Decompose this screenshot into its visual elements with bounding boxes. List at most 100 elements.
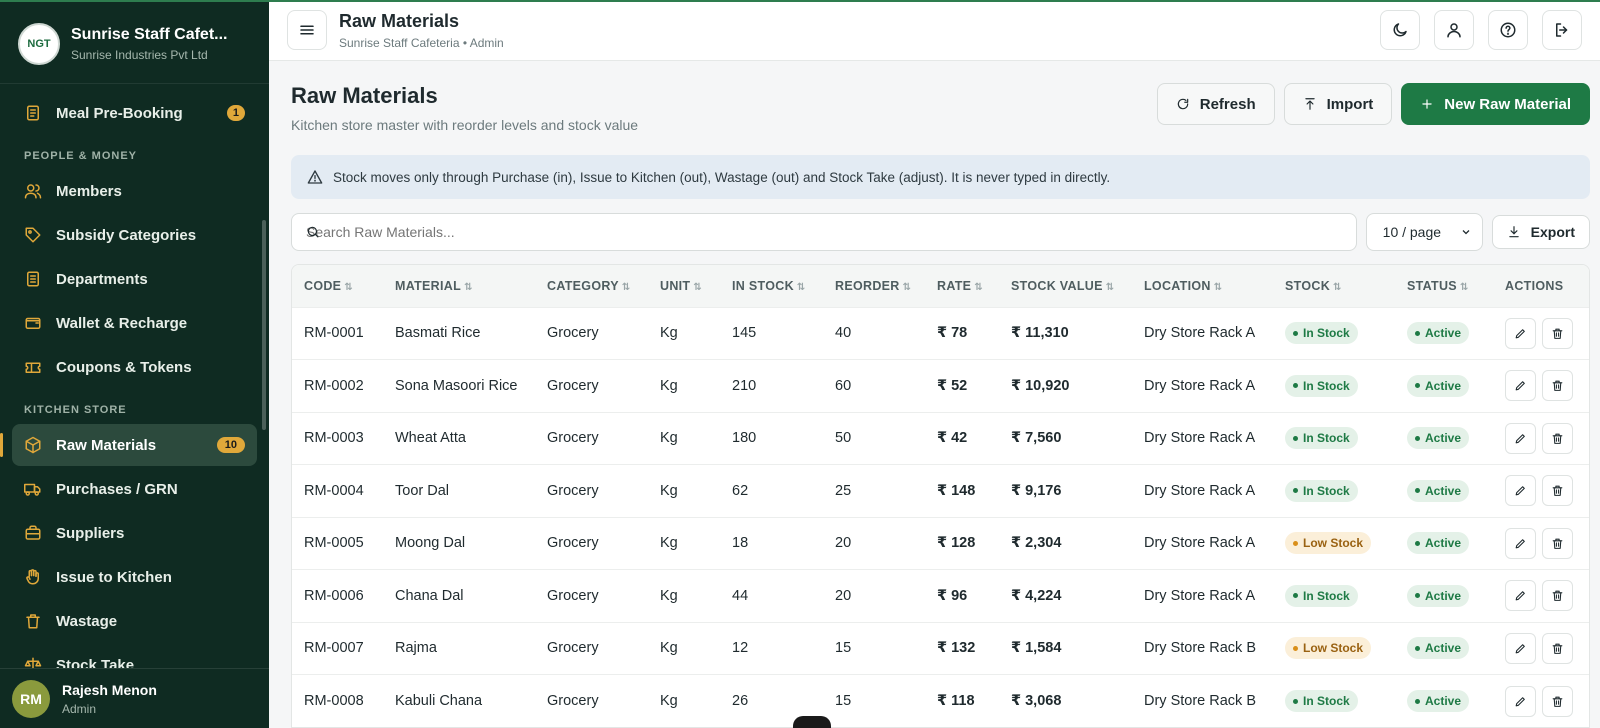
sidebar-item-meal-pre-booking[interactable]: Meal Pre-Booking 1 (12, 92, 257, 134)
delete-button[interactable] (1542, 475, 1573, 507)
edit-button[interactable] (1505, 580, 1536, 612)
column-header[interactable]: CODE ⇅ (292, 265, 383, 307)
brand[interactable]: NGT Sunrise Staff Cafet... Sunrise Indus… (0, 0, 269, 84)
sort-icon[interactable]: ⇅ (974, 282, 983, 293)
delete-button[interactable] (1542, 580, 1573, 612)
sidebar-scrollbar[interactable] (262, 220, 266, 430)
page-size-select[interactable]: 10 / page (1365, 213, 1483, 251)
cell-category: Grocery (547, 640, 599, 657)
cell-rate: ₹ 128 (937, 535, 976, 552)
sort-icon[interactable]: ⇅ (693, 282, 702, 293)
sidebar-item-wastage[interactable]: Wastage (12, 600, 257, 642)
theme-toggle-button[interactable] (1380, 10, 1420, 50)
floating-handle[interactable] (793, 716, 831, 728)
cell-material: Moong Dal (395, 535, 466, 552)
sidebar-item-stock-take[interactable]: Stock Take (12, 644, 257, 668)
search-box[interactable] (291, 213, 1357, 251)
logout-button[interactable] (1542, 10, 1582, 50)
table-row[interactable]: RM-0003 Wheat Atta Grocery Kg 180 50 ₹ 42 ₹ 7,5… (292, 412, 1589, 465)
cell-location: Dry Store Rack A (1144, 535, 1256, 552)
page-content: Raw Materials Kitchen store master with … (269, 61, 1600, 728)
edit-button[interactable] (1505, 317, 1536, 349)
sort-icon[interactable]: ⇅ (1106, 282, 1115, 293)
cell-unit: Kg (660, 377, 678, 394)
cell-in-stock: 12 (732, 640, 749, 657)
scale-icon (24, 656, 42, 668)
sort-icon[interactable]: ⇅ (1214, 282, 1223, 293)
sidebar-item-departments[interactable]: Departments (12, 258, 257, 300)
status-dot (1415, 383, 1420, 389)
edit-button[interactable] (1505, 422, 1536, 454)
table-row[interactable]: RM-0001 Basmati Rice Grocery Kg 145 40 ₹ 78 ₹ 1… (292, 307, 1589, 360)
column-header[interactable]: RATE ⇅ (925, 265, 999, 307)
sidebar-item-raw-materials[interactable]: Raw Materials 10 (0, 424, 257, 466)
table-row[interactable]: RM-0005 Moong Dal Grocery Kg 18 20 ₹ 128 ₹ 2,30… (292, 517, 1589, 570)
cell-unit: Kg (660, 640, 678, 657)
table-row[interactable]: RM-0004 Toor Dal Grocery Kg 62 25 ₹ 148 ₹ 9,176… (292, 464, 1589, 518)
sidebar-item-coupons-tokens[interactable]: Coupons & Tokens (12, 346, 257, 388)
sort-icon[interactable]: ⇅ (797, 282, 806, 293)
export-button[interactable]: Export (1491, 215, 1590, 249)
sort-icon[interactable]: ⇅ (903, 282, 912, 293)
trash-icon (1552, 380, 1563, 392)
sort-icon[interactable]: ⇅ (344, 282, 353, 293)
delete-button[interactable] (1542, 527, 1573, 559)
sort-icon[interactable]: ⇅ (464, 282, 473, 293)
column-header[interactable]: STOCK ⇅ (1273, 265, 1395, 307)
table-row[interactable]: RM-0006 Chana Dal Grocery Kg 44 20 ₹ 96 ₹ 4,224… (292, 569, 1589, 623)
delete-button[interactable] (1542, 317, 1573, 349)
cell-reorder: 50 (835, 430, 852, 447)
sidebar-item-issue-to-kitchen[interactable]: Issue to Kitchen (12, 556, 257, 598)
edit-button[interactable] (1505, 685, 1536, 717)
column-header[interactable]: LOCATION ⇅ (1132, 265, 1273, 307)
new-raw-material-button[interactable]: New Raw Material (1401, 83, 1590, 125)
edit-button[interactable] (1505, 475, 1536, 507)
count-badge: 1 (226, 105, 245, 121)
column-header[interactable]: REORDER ⇅ (823, 265, 925, 307)
status-dot (1293, 593, 1298, 599)
delete-button[interactable] (1542, 422, 1573, 454)
column-header[interactable]: STATUS ⇅ (1395, 265, 1493, 307)
delete-button[interactable] (1542, 632, 1573, 664)
cell-location: Dry Store Rack B (1144, 693, 1256, 709)
sidebar-item-wallet-recharge[interactable]: Wallet & Recharge (12, 302, 257, 344)
sidebar-item-subsidy-categories[interactable]: Subsidy Categories (12, 214, 257, 256)
pencil-icon (1515, 538, 1525, 549)
help-button[interactable] (1488, 10, 1528, 50)
edit-button[interactable] (1505, 370, 1536, 402)
search-input[interactable] (306, 224, 1356, 240)
raw-materials-table: CODE ⇅ MATERIAL ⇅ CATEGORY ⇅ UNIT ⇅ IN STOCK ⇅ REO… (291, 264, 1590, 728)
sidebar-item-label: Wallet & Recharge (56, 314, 188, 332)
cell-category: Grocery (547, 325, 599, 342)
profile-button[interactable] (1434, 10, 1474, 50)
delete-button[interactable] (1542, 685, 1573, 717)
column-header[interactable]: MATERIAL ⇅ (383, 265, 535, 307)
column-header[interactable]: UNIT ⇅ (648, 265, 720, 307)
column-header[interactable]: IN STOCK ⇅ (720, 265, 823, 307)
sidebar-item-suppliers[interactable]: Suppliers (12, 512, 257, 554)
topbar-title: Raw Materials (339, 10, 460, 31)
sidebar-item-members[interactable]: Members (12, 170, 257, 212)
edit-button[interactable] (1505, 527, 1536, 559)
refresh-button[interactable]: Refresh (1156, 83, 1275, 125)
sort-icon[interactable]: ⇅ (622, 282, 631, 293)
sidebar-item-purchases-grn[interactable]: Purchases / GRN (12, 468, 257, 510)
column-header[interactable]: STOCK VALUE ⇅ (999, 265, 1132, 307)
column-header[interactable]: CATEGORY ⇅ (535, 265, 648, 307)
delete-button[interactable] (1542, 370, 1573, 402)
sort-icon[interactable]: ⇅ (1460, 282, 1469, 293)
table-row[interactable]: RM-0008 Kabuli Chana Grocery Kg 26 15 ₹ 118 ₹ 3… (292, 674, 1589, 728)
table-row[interactable]: RM-0007 Rajma Grocery Kg 12 15 ₹ 132 ₹ 1,584 Dry… (292, 622, 1589, 675)
sidebar-item-label: Meal Pre-Booking (56, 104, 183, 122)
menu-toggle-button[interactable] (287, 10, 327, 50)
sort-icon[interactable]: ⇅ (1333, 282, 1342, 293)
user-icon (1447, 23, 1461, 38)
cell-category: Grocery (547, 587, 599, 604)
table-row[interactable]: RM-0002 Sona Masoori Rice Grocery Kg 210 60 ₹ … (292, 359, 1589, 413)
user-profile[interactable]: RM Rajesh Menon Admin (0, 668, 269, 728)
import-button[interactable]: Import (1283, 83, 1393, 125)
refresh-label: Refresh (1199, 95, 1256, 113)
sidebar-nav: Meal Pre-Booking 1 PEOPLE & MONEY Member… (0, 84, 269, 668)
edit-button[interactable] (1505, 632, 1536, 664)
cell-material: Basmati Rice (395, 325, 481, 342)
